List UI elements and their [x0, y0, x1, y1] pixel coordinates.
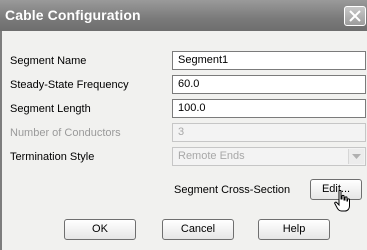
conductors-input: 3 [172, 123, 366, 142]
termination-style-value: Remote Ends [178, 150, 245, 162]
conductors-label: Number of Conductors [10, 127, 121, 139]
ok-button[interactable]: OK [64, 219, 136, 240]
frequency-label: Steady-State Frequency [10, 79, 129, 91]
help-button[interactable]: Help [258, 219, 330, 240]
termination-dropdown-button [348, 149, 364, 164]
frequency-input[interactable]: 60.0 [172, 75, 366, 94]
dialog-title: Cable Configuration [5, 7, 141, 23]
cancel-button[interactable]: Cancel [162, 219, 234, 240]
hand-pointer-icon [334, 190, 350, 212]
close-button[interactable] [344, 6, 366, 26]
cable-configuration-dialog: Cable Configuration Segment Name Segment… [0, 0, 367, 250]
dialog-body: Segment Name Segment1 Steady-State Frequ… [0, 31, 367, 250]
cross-section-label: Segment Cross-Section [174, 184, 291, 196]
segment-name-input[interactable]: Segment1 [172, 51, 366, 70]
segment-name-label: Segment Name [10, 55, 87, 67]
segment-length-input[interactable]: 100.0 [172, 99, 366, 118]
termination-style-label: Termination Style [10, 151, 95, 163]
chevron-down-icon [352, 154, 361, 159]
close-icon [349, 10, 361, 22]
title-bar[interactable]: Cable Configuration [0, 0, 367, 31]
termination-style-select: Remote Ends [172, 147, 366, 166]
segment-length-label: Segment Length [10, 103, 91, 115]
